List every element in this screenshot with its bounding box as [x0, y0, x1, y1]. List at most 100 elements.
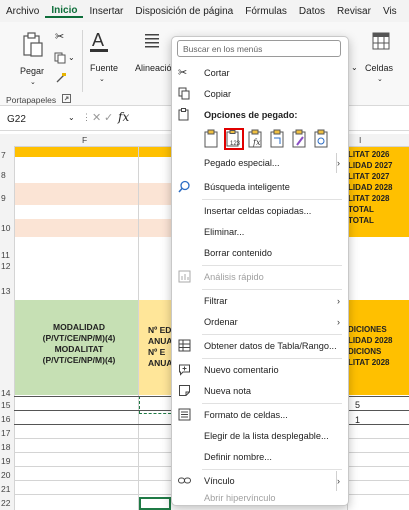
row-number[interactable]: 10	[0, 223, 14, 233]
tab-vista[interactable]: Vis	[377, 6, 403, 17]
paste-option-link-icon[interactable]	[313, 129, 331, 149]
row-number[interactable]: 20	[0, 470, 14, 480]
menu-item-format-cells[interactable]: Formato de celdas...	[172, 405, 348, 425]
menu-separator	[202, 265, 342, 266]
menu-item-insert-copied[interactable]: Insertar celdas copiadas...	[172, 201, 348, 221]
chevron-right-icon: ›	[337, 296, 340, 306]
cancel-icon[interactable]: ✕	[92, 111, 101, 124]
cells-label[interactable]: Celdas	[365, 63, 393, 73]
menu-item-link[interactable]: Vínculo ›	[172, 471, 348, 491]
menu-item-copy[interactable]: Copiar	[172, 84, 348, 104]
row-number[interactable]: 19	[0, 456, 14, 466]
column-header-i[interactable]: I	[359, 135, 361, 145]
row-number[interactable]: 15	[0, 400, 14, 410]
tab-insertar[interactable]: Insertar	[83, 6, 129, 17]
scissors-icon[interactable]: ✂	[55, 30, 64, 43]
paste-option-default-icon[interactable]	[203, 129, 221, 149]
copy-icon[interactable]	[54, 52, 66, 64]
paste-option-formatting-icon[interactable]	[291, 129, 309, 149]
selected-cell[interactable]	[139, 497, 171, 510]
row-number[interactable]: 22	[0, 498, 14, 508]
format-cells-icon	[178, 408, 192, 422]
menu-item-open-hyperlink: Abrir hipervínculo	[204, 493, 276, 503]
scissors-icon: ✂	[178, 67, 188, 79]
cells-dropdown-icon[interactable]: ⌄	[377, 75, 383, 83]
row-number[interactable]: 9	[0, 193, 14, 203]
paste-label[interactable]: Pegar	[20, 66, 44, 76]
clipboard-group-label: Portapapeles	[6, 95, 57, 105]
column-header-f[interactable]: F	[82, 135, 87, 145]
paste-option-transpose-icon[interactable]	[269, 129, 287, 149]
styles-dropdown-icon[interactable]: ⌄	[351, 63, 358, 72]
menu-separator	[202, 334, 342, 335]
font-dropdown-icon[interactable]: ⌄	[99, 75, 105, 83]
copy-icon	[178, 87, 192, 101]
menu-item-filter[interactable]: Filtrar ›	[172, 291, 348, 311]
menu-paste-options-header: Opciones de pegado:	[172, 105, 348, 125]
menu-item-get-data[interactable]: Obtener datos de Tabla/Rango...	[172, 336, 348, 356]
row-number[interactable]: 18	[0, 442, 14, 452]
copy-dropdown-icon[interactable]: ⌄	[68, 53, 75, 62]
paste-option-formulas-icon[interactable]: fx	[247, 129, 265, 149]
chevron-right-icon: ›	[337, 158, 340, 168]
tab-inicio[interactable]: Inicio	[45, 5, 84, 18]
namebox-dropdown-icon[interactable]: ⌄	[68, 113, 75, 122]
dialog-launcher-icon[interactable]	[62, 94, 71, 103]
table-icon	[178, 339, 192, 353]
ribbon-tab-bar: Archivo Inicio Insertar Disposición de p…	[0, 0, 409, 22]
row-number[interactable]: 17	[0, 428, 14, 438]
format-painter-icon[interactable]	[55, 72, 67, 84]
menu-item-paste-special[interactable]: Pegado especial... ›	[172, 153, 348, 173]
menu-separator	[202, 289, 342, 290]
cell-value-15[interactable]: 5	[355, 400, 360, 410]
right-header-text: LITAT 2026 LIDAD 2027 LITAT 2027 LIDAD 2…	[348, 150, 393, 225]
font-icon[interactable]: A	[89, 28, 109, 54]
paste-icon[interactable]	[22, 32, 44, 58]
menu-item-smart-lookup[interactable]: Búsqueda inteligente	[172, 177, 348, 197]
pink-band	[14, 183, 171, 205]
enter-icon[interactable]: ✓	[104, 111, 113, 124]
menu-search-input[interactable]: Buscar en los menús	[177, 40, 341, 57]
row-number[interactable]: 7	[0, 150, 14, 160]
row-number[interactable]: 21	[0, 484, 14, 494]
menu-item-clear[interactable]: Borrar contenido	[172, 243, 348, 263]
menu-separator	[202, 199, 342, 200]
fx-icon[interactable]: fx	[118, 110, 129, 124]
row-number[interactable]: 14	[0, 388, 14, 398]
svg-text:fx: fx	[252, 138, 261, 147]
submenu-divider	[336, 153, 337, 173]
alignment-icon[interactable]	[144, 32, 160, 48]
context-menu: Buscar en los menús ✂ Cortar Copiar Opci…	[171, 36, 349, 506]
cells-icon[interactable]	[372, 32, 390, 50]
tab-revisar[interactable]: Revisar	[331, 6, 377, 17]
row-number[interactable]: 16	[0, 414, 14, 424]
tab-disposicion[interactable]: Disposición de página	[129, 6, 239, 17]
menu-item-pick-list[interactable]: Elegir de la lista desplegable...	[172, 426, 348, 446]
chevron-right-icon: ›	[337, 317, 340, 327]
menu-item-new-comment[interactable]: Nuevo comentario	[172, 360, 348, 380]
paste-option-values-icon[interactable]: 123	[224, 128, 244, 150]
tab-archivo[interactable]: Archivo	[0, 6, 45, 17]
menu-item-cut[interactable]: ✂ Cortar	[172, 63, 348, 83]
menu-item-new-note[interactable]: Nueva nota	[172, 381, 348, 401]
paste-dropdown-icon[interactable]: ⌄	[30, 78, 36, 86]
font-label[interactable]: Fuente	[90, 63, 118, 73]
copy-marquee	[139, 396, 171, 414]
menu-item-sort[interactable]: Ordenar ›	[172, 312, 348, 332]
tab-formulas[interactable]: Fórmulas	[239, 6, 293, 17]
paste-icon	[178, 108, 192, 122]
row-number[interactable]: 13	[0, 286, 14, 296]
link-icon	[178, 474, 192, 488]
tab-datos[interactable]: Datos	[293, 6, 331, 17]
modalidad-text: MODALIDAD (P/VT/CE/NP/M)(4) MODALITAT (P…	[42, 322, 116, 365]
search-icon	[178, 180, 192, 194]
menu-item-quick-analysis: Análisis rápido	[172, 267, 348, 287]
menu-item-delete[interactable]: Eliminar...	[172, 222, 348, 242]
menu-item-define-name[interactable]: Definir nombre...	[172, 447, 348, 467]
row-number[interactable]: 8	[0, 170, 14, 180]
menu-separator	[202, 358, 342, 359]
row-number[interactable]: 12	[0, 261, 14, 271]
svg-text:123: 123	[230, 141, 241, 147]
ribbon-divider	[82, 30, 83, 92]
row-number[interactable]: 11	[0, 250, 14, 260]
